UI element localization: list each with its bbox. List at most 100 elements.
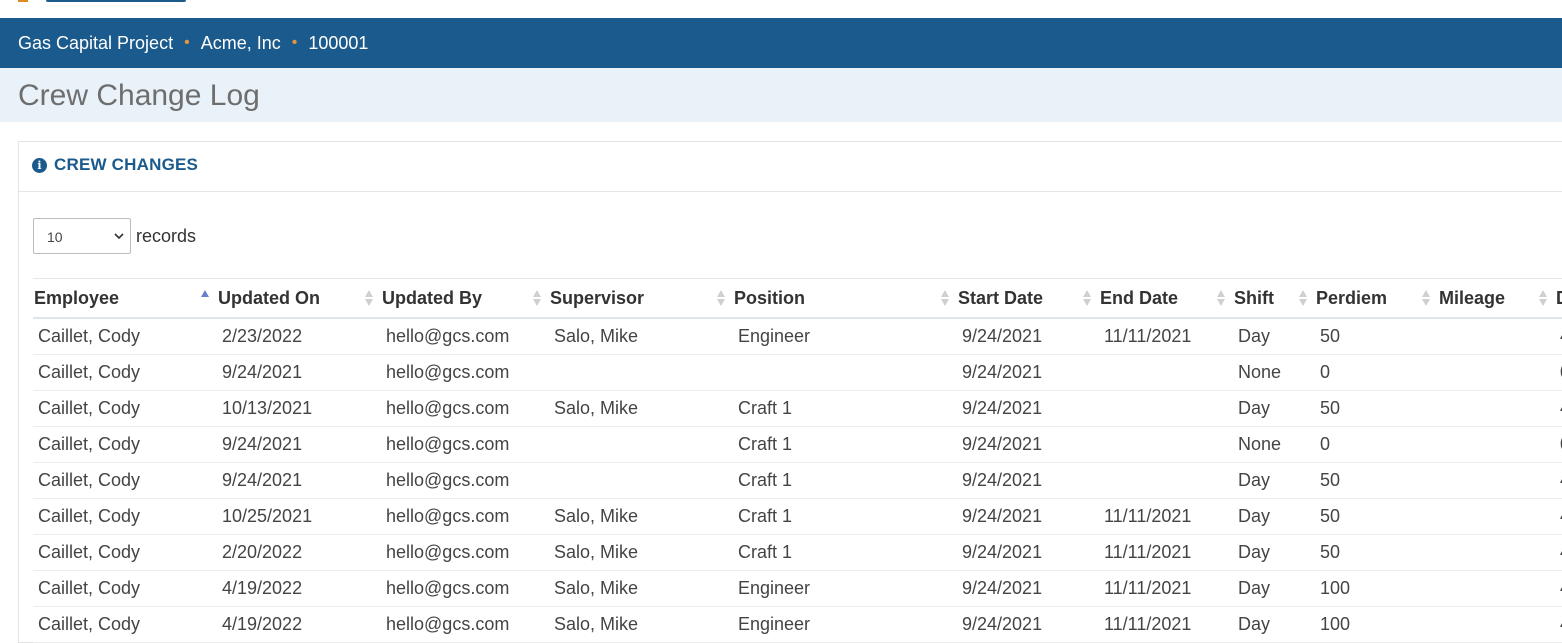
cell-updated-by: hello@gcs.com xyxy=(381,462,549,499)
cell-start-date: 9/24/2021 xyxy=(957,462,1099,499)
crew-changes-table-wrapper: Employee Updated On Updated By Superviso… xyxy=(33,278,1562,643)
cell-d: 4 xyxy=(1555,534,1562,571)
cell-d: 0 xyxy=(1555,426,1562,463)
records-per-page-select[interactable]: 10 xyxy=(33,218,131,254)
column-header-mileage[interactable]: Mileage xyxy=(1438,279,1555,319)
column-header-shift[interactable]: Shift xyxy=(1233,279,1315,319)
column-label: Mileage xyxy=(1439,287,1506,308)
column-header-updated-by[interactable]: Updated By xyxy=(381,279,549,319)
cell-start-date: 9/24/2021 xyxy=(957,426,1099,463)
cell-mileage xyxy=(1438,534,1555,571)
cell-d: 4 xyxy=(1555,390,1562,427)
column-header-employee[interactable]: Employee xyxy=(33,279,217,319)
table-row[interactable]: Caillet, Cody 2/20/2022 hello@gcs.com Salo,… xyxy=(33,534,1562,571)
column-header-d[interactable]: D xyxy=(1555,279,1562,319)
table-row[interactable]: Caillet, Cody 9/24/2021 hello@gcs.com 9/24/… xyxy=(33,354,1562,391)
cell-shift: Day xyxy=(1233,606,1315,643)
cell-shift: None xyxy=(1233,426,1315,463)
cell-employee: Caillet, Cody xyxy=(33,606,217,643)
cell-supervisor xyxy=(549,354,733,391)
sort-icon xyxy=(1539,288,1548,308)
column-label: Start Date xyxy=(958,287,1044,308)
column-header-position[interactable]: Position xyxy=(733,279,957,319)
cell-perdiem: 50 xyxy=(1315,462,1438,499)
cell-position xyxy=(733,354,957,391)
cell-mileage xyxy=(1438,570,1555,607)
column-header-end-date[interactable]: End Date xyxy=(1099,279,1233,319)
app-logo[interactable] xyxy=(18,0,186,4)
sort-icon xyxy=(365,288,374,308)
cell-end-date: 11/11/2021 xyxy=(1099,534,1233,571)
cell-perdiem: 50 xyxy=(1315,390,1438,427)
cell-updated-by: hello@gcs.com xyxy=(381,606,549,643)
sort-icon xyxy=(1422,288,1431,308)
crew-changes-table: Employee Updated On Updated By Superviso… xyxy=(33,279,1562,643)
table-header-row: Employee Updated On Updated By Superviso… xyxy=(33,279,1562,319)
cell-supervisor: Salo, Mike xyxy=(549,606,733,643)
cell-position: Craft 1 xyxy=(733,390,957,427)
cell-updated-on: 9/24/2021 xyxy=(217,426,381,463)
cell-position: Craft 1 xyxy=(733,498,957,535)
column-label: Employee xyxy=(34,287,120,308)
table-row[interactable]: Caillet, Cody 2/23/2022 hello@gcs.com Salo,… xyxy=(33,318,1562,355)
cell-mileage xyxy=(1438,462,1555,499)
column-header-start-date[interactable]: Start Date xyxy=(957,279,1099,319)
table-row[interactable]: Caillet, Cody 9/24/2021 hello@gcs.com Craft… xyxy=(33,426,1562,463)
breadcrumb-company[interactable]: Acme, Inc xyxy=(201,33,281,54)
cell-updated-by: hello@gcs.com xyxy=(381,570,549,607)
table-row[interactable]: Caillet, Cody 10/25/2021 hello@gcs.com Salo… xyxy=(33,498,1562,535)
cell-employee: Caillet, Cody xyxy=(33,318,217,355)
cell-employee: Caillet, Cody xyxy=(33,426,217,463)
table-row[interactable]: Caillet, Cody 4/19/2022 hello@gcs.com Salo,… xyxy=(33,606,1562,643)
info-icon: i xyxy=(32,158,47,173)
cell-position: Engineer xyxy=(733,318,957,355)
column-label: Position xyxy=(734,287,805,308)
cell-supervisor: Salo, Mike xyxy=(549,570,733,607)
cell-start-date: 9/24/2021 xyxy=(957,570,1099,607)
cell-mileage xyxy=(1438,498,1555,535)
column-label: Updated By xyxy=(382,287,483,308)
cell-position: Engineer xyxy=(733,606,957,643)
panel-header: i CREW CHANGES xyxy=(19,142,1562,192)
cell-perdiem: 50 xyxy=(1315,498,1438,535)
cell-d: 4 xyxy=(1555,498,1562,535)
cell-position: Craft 1 xyxy=(733,462,957,499)
column-label: End Date xyxy=(1100,287,1179,308)
cell-employee: Caillet, Cody xyxy=(33,390,217,427)
records-control: 10 records xyxy=(33,218,196,254)
cell-mileage xyxy=(1438,390,1555,427)
top-strip xyxy=(0,0,1562,18)
cell-position: Engineer xyxy=(733,570,957,607)
project-navbar: Gas Capital Project • Acme, Inc • 100001 xyxy=(0,18,1562,68)
table-row[interactable]: Caillet, Cody 9/24/2021 hello@gcs.com Craft… xyxy=(33,462,1562,499)
cell-updated-on: 2/20/2022 xyxy=(217,534,381,571)
table-body: Caillet, Cody 2/23/2022 hello@gcs.com Salo,… xyxy=(33,318,1562,643)
column-header-perdiem[interactable]: Perdiem xyxy=(1315,279,1438,319)
column-header-supervisor[interactable]: Supervisor xyxy=(549,279,733,319)
cell-end-date xyxy=(1099,354,1233,391)
breadcrumb-separator: • xyxy=(291,34,298,51)
cell-end-date xyxy=(1099,462,1233,499)
cell-perdiem: 50 xyxy=(1315,318,1438,355)
table-row[interactable]: Caillet, Cody 10/13/2021 hello@gcs.com Salo… xyxy=(33,390,1562,427)
cell-updated-on: 4/19/2022 xyxy=(217,606,381,643)
cell-employee: Caillet, Cody xyxy=(33,498,217,535)
cell-updated-by: hello@gcs.com xyxy=(381,354,549,391)
cell-perdiem: 100 xyxy=(1315,570,1438,607)
records-label: records xyxy=(136,225,197,246)
cell-updated-on: 9/24/2021 xyxy=(217,462,381,499)
column-header-updated-on[interactable]: Updated On xyxy=(217,279,381,319)
cell-end-date: 11/11/2021 xyxy=(1099,318,1233,355)
cell-start-date: 9/24/2021 xyxy=(957,318,1099,355)
breadcrumb-project[interactable]: Gas Capital Project xyxy=(18,33,173,54)
column-label: D xyxy=(1556,288,1562,308)
cell-shift: Day xyxy=(1233,534,1315,571)
table-row[interactable]: Caillet, Cody 4/19/2022 hello@gcs.com Salo,… xyxy=(33,570,1562,607)
panel-title: CREW CHANGES xyxy=(54,155,199,174)
column-label: Shift xyxy=(1234,287,1274,308)
cell-supervisor: Salo, Mike xyxy=(549,318,733,355)
cell-d: 4 xyxy=(1555,570,1562,607)
cell-perdiem: 0 xyxy=(1315,354,1438,391)
breadcrumb-job-number[interactable]: 100001 xyxy=(308,33,368,54)
crew-changes-panel: i CREW CHANGES 10 records Employee Updat… xyxy=(18,141,1562,643)
